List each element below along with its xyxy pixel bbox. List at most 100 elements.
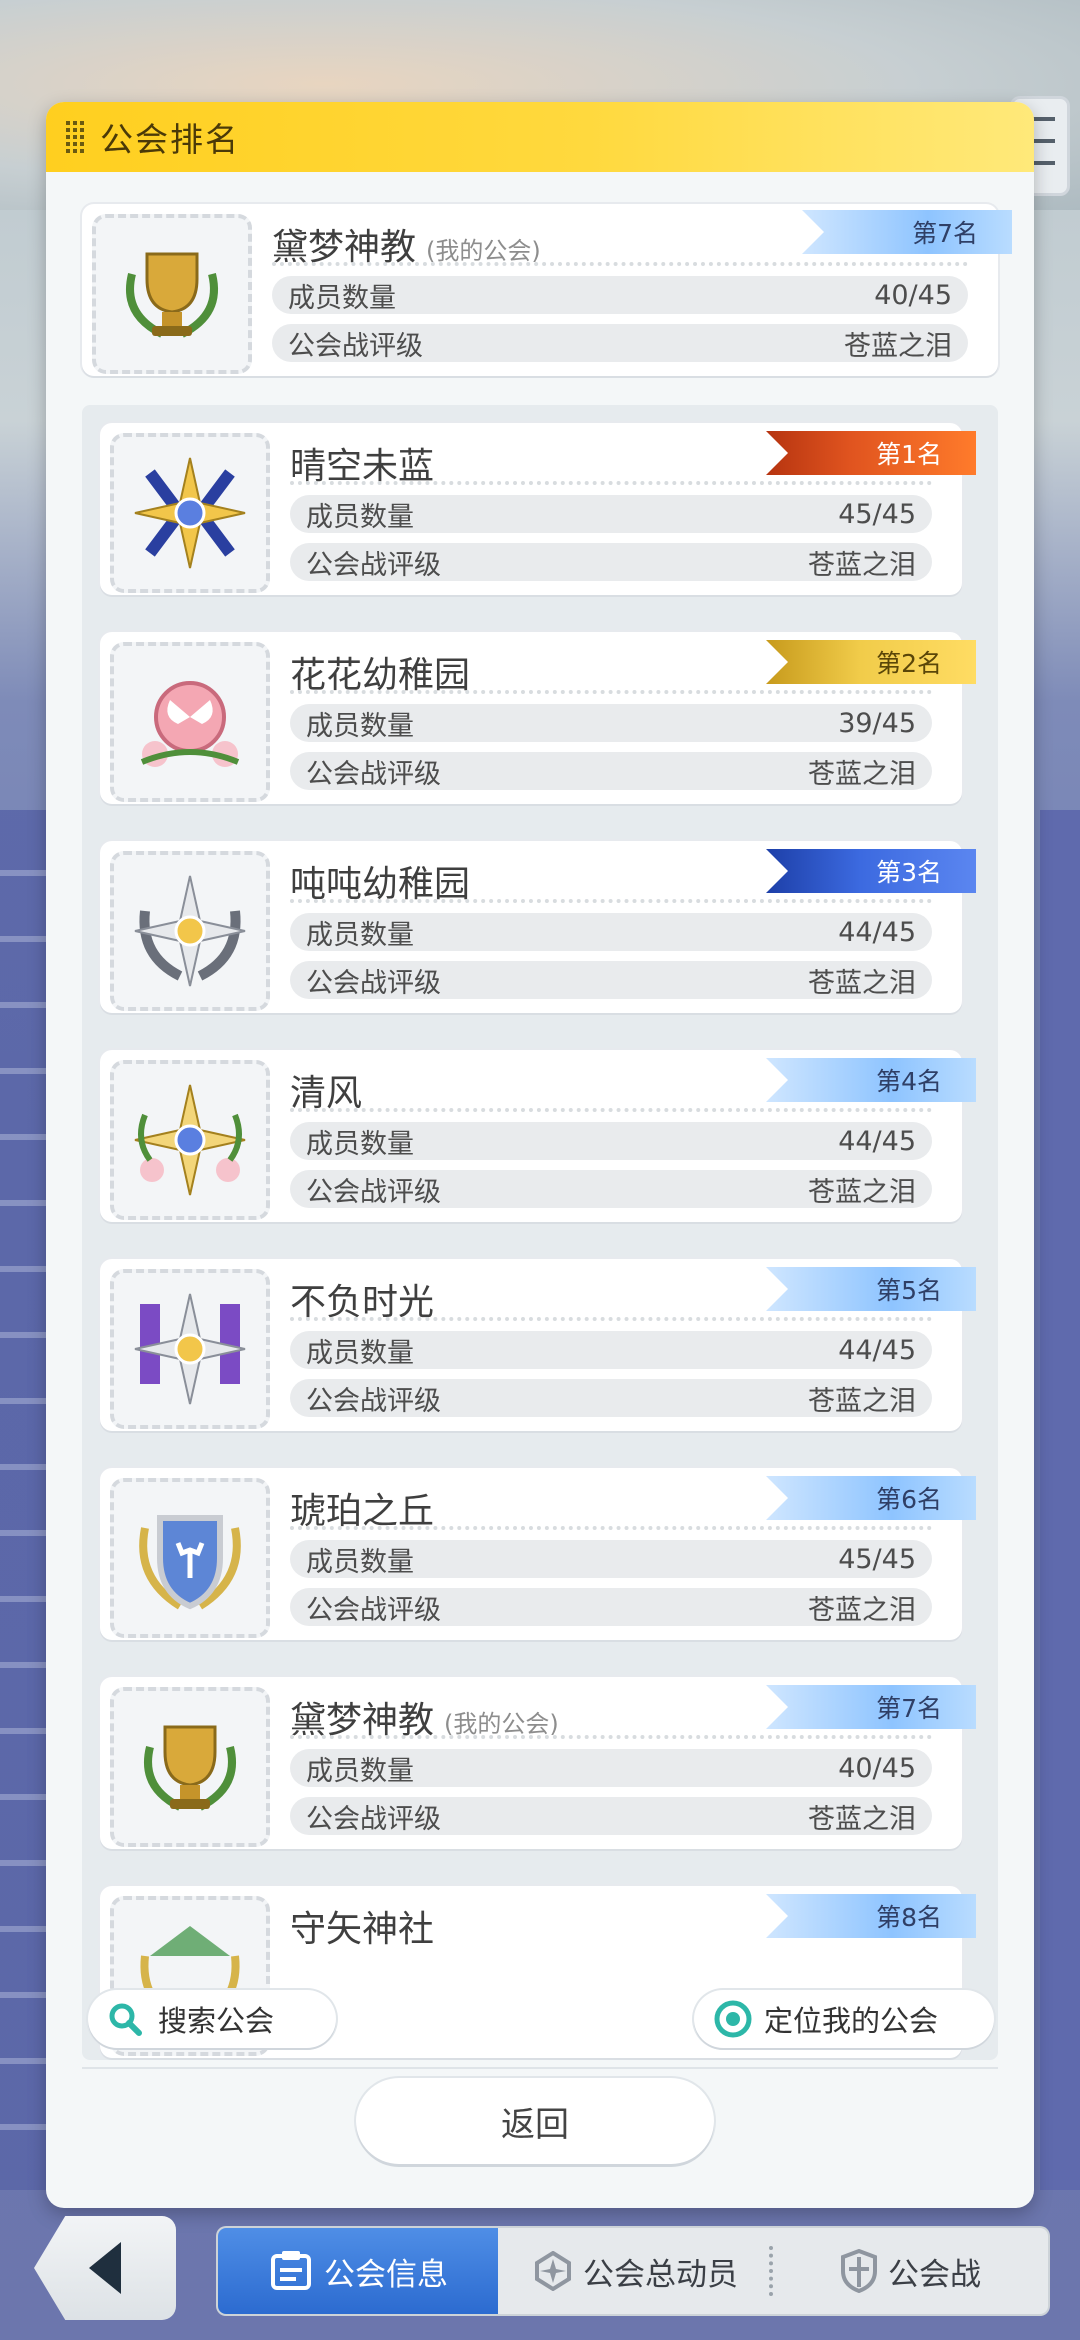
deer-shield-emblem-icon (110, 1478, 270, 1638)
rating-row: 公会战评级 苍蓝之泪 (290, 1797, 932, 1835)
rank-badge-gold: 第2名 (766, 640, 976, 684)
guild-ranking-list[interactable]: 晴空未蓝 第1名 成员数量 45/45 公会战评级 苍蓝之泪 花花幼稚园 第2名… (82, 405, 998, 2060)
purple-banner-star-emblem-icon (110, 1269, 270, 1429)
rating-label: 公会战评级 (306, 1176, 441, 1208)
divider (290, 1317, 932, 1321)
divider (290, 1735, 932, 1739)
members-label: 成员数量 (306, 1337, 414, 1369)
modal-header: 公会排名 (46, 102, 1034, 172)
members-label: 成员数量 (306, 1755, 414, 1787)
rank-badge: 第6名 (766, 1476, 976, 1520)
locate-target-icon (714, 2000, 752, 2038)
members-label: 成员数量 (288, 282, 396, 314)
modal-title: 公会排名 (100, 120, 240, 159)
guild-note: (我的公会) (426, 237, 541, 265)
divider (290, 481, 932, 485)
rating-row: 公会战评级 苍蓝之泪 (290, 543, 932, 581)
divider (290, 1526, 932, 1530)
flower-star-emblem-icon (110, 1060, 270, 1220)
members-row: 成员数量 44/45 (290, 1331, 932, 1369)
rating-label: 公会战评级 (288, 330, 423, 362)
guild-card-1[interactable]: 晴空未蓝 第1名 成员数量 45/45 公会战评级 苍蓝之泪 (100, 423, 976, 595)
rating-value: 苍蓝之泪 (808, 1176, 916, 1208)
rating-row: 公会战评级 苍蓝之泪 (290, 1588, 932, 1626)
back-button[interactable] (34, 2216, 176, 2320)
tab-guild-war-label: 公会战 (888, 2256, 981, 2293)
locate-my-guild-label: 定位我的公会 (764, 2004, 939, 2038)
guild-info-icon (271, 2251, 311, 2290)
rating-value: 苍蓝之泪 (844, 330, 952, 362)
locate-my-guild-button[interactable]: 定位我的公会 (694, 1990, 994, 2048)
members-value: 44/45 (838, 1334, 916, 1366)
divider (290, 899, 932, 903)
rating-label: 公会战评级 (306, 758, 441, 790)
mobilization-icon (535, 2251, 571, 2291)
members-row: 成员数量 45/45 (290, 1540, 932, 1578)
rating-label: 公会战评级 (306, 967, 441, 999)
members-label: 成员数量 (306, 1128, 414, 1160)
rating-row: 公会战评级 苍蓝之泪 (290, 961, 932, 999)
tab-guild-war[interactable]: 公会战 (773, 2228, 1048, 2314)
search-guild-button[interactable]: 搜索公会 (88, 1990, 336, 2048)
members-row: 成员数量 39/45 (290, 704, 932, 742)
guild-card-2[interactable]: 花花幼稚园 第2名 成员数量 39/45 公会战评级 苍蓝之泪 (100, 632, 976, 804)
members-label: 成员数量 (306, 710, 414, 742)
rank-badge-blue: 第3名 (766, 849, 976, 893)
tab-guild-info[interactable]: 公会信息 (218, 2228, 498, 2314)
members-row: 成员数量 44/45 (290, 1122, 932, 1160)
rank-badge: 第8名 (766, 1894, 976, 1938)
members-value: 39/45 (838, 707, 916, 739)
butterfly-seal-emblem-icon (110, 642, 270, 802)
divider (290, 1108, 932, 1112)
members-row: 成员数量 44/45 (290, 913, 932, 951)
rating-value: 苍蓝之泪 (808, 967, 916, 999)
rating-row: 公会战评级 苍蓝之泪 (290, 1379, 932, 1417)
tab-guild-mobilization-label: 公会总动员 (583, 2256, 738, 2293)
rating-value: 苍蓝之泪 (808, 1385, 916, 1417)
search-guild-label: 搜索公会 (158, 2004, 275, 2038)
rating-value: 苍蓝之泪 (808, 1594, 916, 1626)
bottom-tab-bar: 公会信息 公会总动员 公会战 (218, 2228, 1048, 2314)
rating-value: 苍蓝之泪 (808, 758, 916, 790)
members-row: 成员数量 45/45 (290, 495, 932, 533)
rating-label: 公会战评级 (306, 1803, 441, 1835)
back-arrow-icon (89, 2242, 121, 2294)
members-value: 40/45 (874, 279, 952, 311)
guild-card-4[interactable]: 清风 第4名 成员数量 44/45 公会战评级 苍蓝之泪 (100, 1050, 976, 1222)
guild-name: 守矢神社 (290, 1909, 435, 1950)
rank-badge-gold-red: 第1名 (766, 431, 976, 475)
members-row: 成员数量 40/45 (290, 1749, 932, 1787)
rank-badge: 第7名 (766, 1685, 976, 1729)
rating-value: 苍蓝之泪 (808, 549, 916, 581)
rating-label: 公会战评级 (306, 1594, 441, 1626)
rank-badge: 第4名 (766, 1058, 976, 1102)
members-value: 40/45 (838, 1752, 916, 1784)
search-icon (109, 2003, 142, 2036)
divider (290, 690, 932, 694)
rating-label: 公会战评级 (306, 549, 441, 581)
members-label: 成员数量 (306, 919, 414, 951)
guild-card-6[interactable]: 琥珀之丘 第6名 成员数量 45/45 公会战评级 苍蓝之泪 (100, 1468, 976, 1640)
grip-icon (66, 121, 84, 153)
members-value: 44/45 (838, 916, 916, 948)
rating-label: 公会战评级 (306, 1385, 441, 1417)
guild-card-7[interactable]: 黛梦神教 (我的公会) 第7名 成员数量 40/45 公会战评级 苍蓝之泪 (100, 1677, 976, 1849)
rating-row: 公会战评级 苍蓝之泪 (272, 324, 968, 362)
return-button[interactable]: 返回 (356, 2078, 714, 2164)
guild-card-3[interactable]: 吨吨幼稚园 第3名 成员数量 44/45 公会战评级 苍蓝之泪 (100, 841, 976, 1013)
trophy-emblem-icon (110, 1687, 270, 1847)
members-value: 44/45 (838, 1125, 916, 1157)
my-guild-card[interactable]: 黛梦神教 (我的公会) 第7名 成员数量 40/45 公会战评级 苍蓝之泪 (82, 204, 1012, 376)
tab-guild-mobilization[interactable]: 公会总动员 (498, 2228, 773, 2314)
rating-row: 公会战评级 苍蓝之泪 (290, 752, 932, 790)
members-label: 成员数量 (306, 501, 414, 533)
star-banner-emblem-icon (110, 433, 270, 593)
rating-value: 苍蓝之泪 (808, 1803, 916, 1835)
members-value: 45/45 (838, 1543, 916, 1575)
rating-row: 公会战评级 苍蓝之泪 (290, 1170, 932, 1208)
trophy-emblem-icon (92, 214, 252, 374)
tab-guild-info-label: 公会信息 (324, 2256, 448, 2293)
guild-note: (我的公会) (444, 1710, 559, 1738)
members-value: 45/45 (838, 498, 916, 530)
guild-card-5[interactable]: 不负时光 第5名 成员数量 44/45 公会战评级 苍蓝之泪 (100, 1259, 976, 1431)
